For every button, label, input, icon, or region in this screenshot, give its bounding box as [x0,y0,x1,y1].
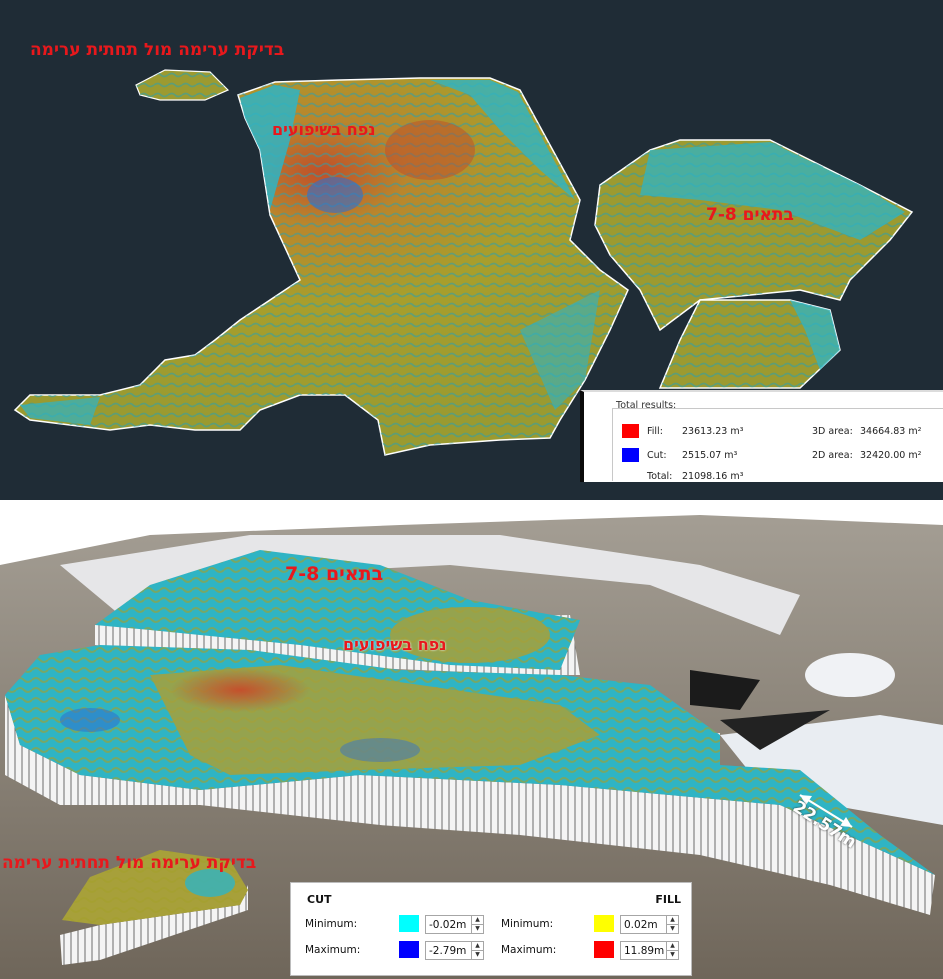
cut-min-down-icon[interactable]: ▼ [472,924,483,933]
fill-max-label: Maximum: [501,944,557,956]
cut-title: CUT [307,893,332,906]
top-view-viewport[interactable]: בדיקת ערימה מול תחתית ערימה נפח בשיפועים… [0,0,943,500]
3d-slope-volume-label: נפח בשיפועים [343,635,447,654]
total-value: 21098.16 m³ [682,471,744,482]
cut-min-stepper[interactable]: -0.02m ▲ ▼ [425,915,484,934]
3d-cells-label: בתאים 7-8 [285,563,384,585]
cut-max-value[interactable]: -2.79m [426,945,471,957]
fill-max-value[interactable]: 11.89m [621,945,666,957]
cut-fill-legend: CUT FILL Minimum: -0.02m ▲ ▼ Maximum: -2.… [290,882,692,976]
fill-min-label: Minimum: [501,918,554,930]
total-label: Total: [647,471,673,482]
cut-max-up-icon[interactable]: ▲ [472,942,483,950]
cut-color-swatch [622,448,639,462]
cut-max-color-swatch[interactable] [399,941,419,958]
area-2d-value: 32420.00 m² [860,450,922,461]
cut-min-label: Minimum: [305,918,358,930]
area-2d-label: 2D area: [812,450,853,461]
cut-max-stepper[interactable]: -2.79m ▲ ▼ [425,941,484,960]
fill-min-stepper[interactable]: 0.02m ▲ ▼ [620,915,679,934]
3d-pile-check-label: בדיקת ערימה מול תחתית ערימה [2,853,257,873]
fill-max-down-icon[interactable]: ▼ [667,950,678,959]
fill-color-swatch [622,424,639,438]
fill-max-color-swatch[interactable] [594,941,614,958]
pile-region [135,69,230,101]
cut-max-label: Maximum: [305,944,361,956]
pile-check-label: בדיקת ערימה מול תחתית ערימה [30,40,285,60]
area-3d-label: 3D area: [812,426,853,437]
cells-label: בתאים 7-8 [706,205,794,225]
results-panel: Total results: Fill: 23613.23 m³ Cut: 25… [580,390,943,482]
fill-min-color-swatch[interactable] [594,915,614,932]
cut-max-down-icon[interactable]: ▼ [472,950,483,959]
results-title: Total results: [616,400,677,411]
slope-volume-label: נפח בשיפועים [272,120,376,139]
cut-min-value[interactable]: -0.02m [426,919,471,931]
fill-max-up-icon[interactable]: ▲ [667,942,678,950]
fill-value: 23613.23 m³ [682,426,744,437]
fill-min-value[interactable]: 0.02m [621,919,666,931]
fill-min-up-icon[interactable]: ▲ [667,916,678,924]
cells-region [594,139,914,389]
cut-label: Cut: [647,450,667,461]
fill-max-stepper[interactable]: 11.89m ▲ ▼ [620,941,679,960]
cut-min-up-icon[interactable]: ▲ [472,916,483,924]
area-3d-value: 34664.83 m² [860,426,922,437]
fill-min-down-icon[interactable]: ▼ [667,924,678,933]
fill-label: Fill: [647,426,663,437]
cut-value: 2515.07 m³ [682,450,738,461]
fill-title: FILL [655,893,681,906]
cut-min-color-swatch[interactable] [399,915,419,932]
